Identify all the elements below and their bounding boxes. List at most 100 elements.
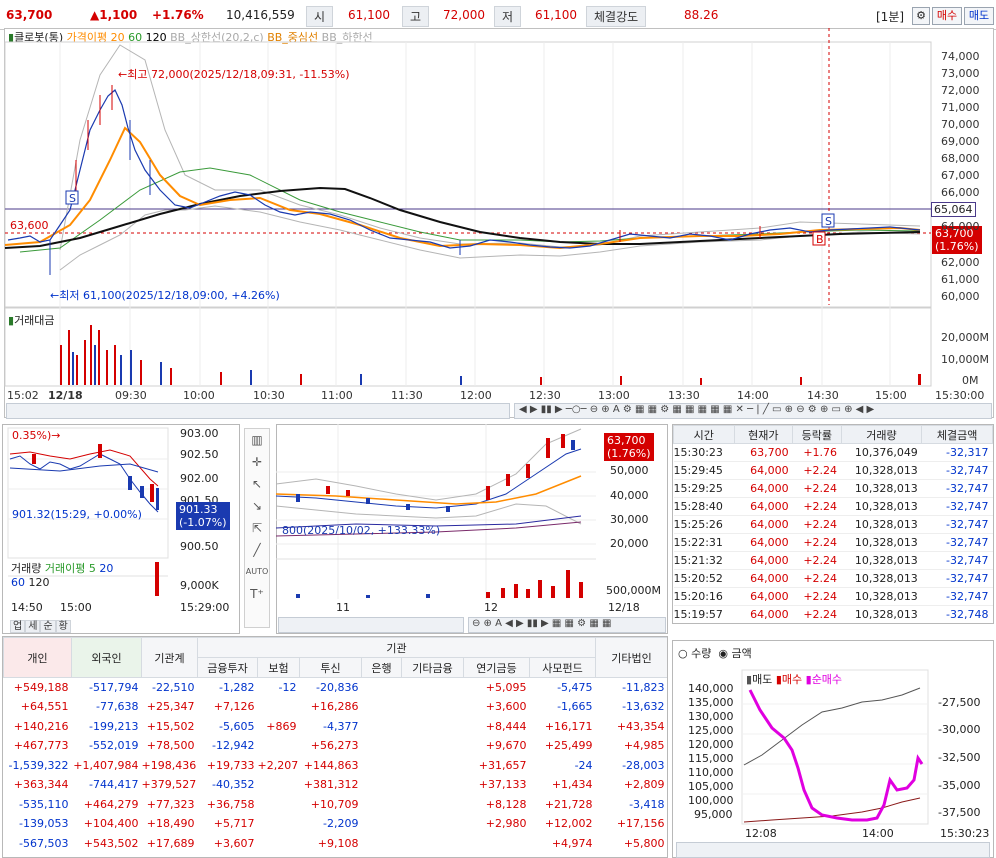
investor-cell: -550	[258, 853, 300, 857]
main-chart-toolbar[interactable]: ◀ ▶ ▮▮ ▶ ─○─ ⊖ ⊕ A ⚙ ▦ ▦ ⚙ ▦ ▦ ▦ ▦ ▦ ✕ ─…	[514, 403, 992, 419]
investor-cell	[362, 756, 402, 776]
trade-price: 64,000	[734, 515, 793, 534]
trade-time: 15:28:40	[673, 497, 735, 516]
trade-row: 15:28:40 64,000 +2.24 10,328,013 -32,747	[673, 497, 993, 516]
volume-label: ▮거래대금	[8, 314, 55, 327]
trade-header-row: 시간 현재가 등락률 거래량 체결금액	[673, 425, 993, 444]
investor-cell: -2,209	[323, 817, 359, 831]
trade-rate: +2.24	[792, 461, 842, 480]
trade-volume: 10,328,013	[841, 587, 922, 606]
trade-rate: +2.24	[792, 497, 842, 516]
investor-cell: +5,717	[213, 817, 255, 831]
line-tool-icon[interactable]: ╱	[245, 539, 269, 561]
trade-volume: 10,376,049	[841, 443, 922, 462]
investor-cell	[402, 775, 464, 795]
select-icon[interactable]: ⇱	[245, 517, 269, 539]
trade-amount: -32,747	[921, 533, 993, 552]
col-institution-total: 기관계	[141, 637, 198, 678]
investor-cell: -13,632	[622, 700, 665, 714]
trade-time: 15:25:26	[673, 515, 735, 534]
investor-row: -567,503 +543,502 +17,689 +3,607 +9,108 +4,97…	[4, 834, 668, 854]
trade-price: 63,700	[734, 443, 793, 462]
main-scrollbar[interactable]	[6, 403, 510, 419]
investor-cell	[362, 834, 402, 854]
arrow-tool-icon[interactable]: ↘	[245, 495, 269, 517]
investor-cell	[402, 814, 464, 834]
auto-icon[interactable]: AUTO	[245, 561, 269, 583]
trade-rate: +2.24	[792, 551, 842, 570]
drawing-toolbar[interactable]: ▥ ✛ ↖ ↘ ⇱ ╱ AUTO T⁺	[244, 428, 270, 628]
investor-cell	[258, 795, 300, 815]
index-x-1500: 15:00	[60, 601, 92, 614]
investor-cell: -8,489	[198, 853, 258, 857]
trade-amount: -32,747	[921, 587, 993, 606]
trade-volume: 10,328,013	[841, 461, 922, 480]
investor-cell: +869	[266, 719, 297, 733]
signal-s-right-text: S	[825, 215, 832, 228]
trade-row: 15:20:52 64,000 +2.24 10,328,013 -32,747	[673, 569, 993, 588]
low-annotation: ←최저 61,100(2025/12/18,09:00, +4.26%)	[50, 289, 280, 302]
investor-cell: -535,110	[19, 797, 69, 811]
daily-low-note: 800(2025/10/02, +133.33%)	[282, 524, 441, 537]
col-private-fund: 사모펀드	[528, 657, 597, 678]
chart-icon[interactable]: ▥	[245, 429, 269, 451]
tab-index-4[interactable]: 황	[55, 620, 71, 633]
tab-index-2[interactable]: 세	[25, 620, 41, 633]
vol-tick-10000: 10,000M	[941, 353, 989, 366]
investor-cell: +43,354	[616, 719, 665, 733]
investor-cell: -28,003	[622, 758, 665, 772]
trade-price: 64,000	[734, 497, 793, 516]
investor-cell: +2,980	[485, 817, 527, 831]
tab-index-3[interactable]: 순	[40, 620, 56, 633]
investor-cell: -77,638	[96, 700, 139, 714]
daily-toolbar[interactable]: ⊖ ⊕ A ◀ ▶ ▮▮ ▶ ▦ ▦ ⚙ ▦ ▦	[468, 617, 666, 633]
pointer-icon[interactable]: ↖	[245, 473, 269, 495]
vol-tick-20000: 20,000M	[941, 331, 989, 344]
flow-scrollbar[interactable]	[676, 842, 990, 858]
investor-cell: -22,510	[152, 681, 195, 694]
flow-x-start: 12:08	[745, 827, 777, 840]
investor-row: -535,110 +464,279 +77,323 +36,758 +10,709 +8,…	[4, 795, 668, 815]
investor-cell: +77,323	[146, 797, 195, 811]
col-trust: 투신	[299, 657, 362, 678]
trade-amount: -32,747	[921, 551, 993, 570]
investor-cell: +1,407,984	[73, 758, 139, 772]
crosshair-icon[interactable]: ✛	[245, 451, 269, 473]
investor-cell: -12,942	[212, 739, 255, 753]
investor-cell: +2,809	[623, 778, 665, 792]
index-volume-legend: 거래량 거래이평 5 20	[11, 562, 114, 575]
trade-row: 15:29:45 64,000 +2.24 10,328,013 -32,747	[673, 461, 993, 480]
investor-cell: +25,347	[146, 700, 195, 714]
col-institution-group: 기관	[196, 637, 597, 658]
investor-cell: +379,527	[141, 778, 197, 792]
trade-row: 15:19:57 64,000 +2.24 10,328,013 -32,748	[673, 605, 993, 623]
trade-volume: 10,328,013	[841, 605, 922, 623]
tab-index-1[interactable]: 업	[10, 620, 26, 633]
investor-cell: +5,800	[623, 836, 665, 850]
daily-vol-tick: 500,000M	[606, 584, 661, 597]
investor-cell: -517,794	[89, 681, 139, 694]
investor-row: +549,188 -517,794 -22,510 -1,282 -12 -20,836 +…	[4, 678, 668, 698]
investor-cell: -8,722	[362, 853, 402, 857]
daily-scrollbar[interactable]	[278, 617, 464, 633]
investor-cell: -11,823	[622, 681, 665, 694]
investor-cell: +17,156	[616, 817, 665, 831]
investor-cell: +36,758	[206, 797, 255, 811]
investor-cell: +18,490	[146, 817, 195, 831]
col-bank: 은행	[361, 657, 402, 678]
trade-tick-panel: 시간 현재가 등락률 거래량 체결금액 15:30:23 63,700 +1.76 1…	[672, 424, 994, 624]
reference-price-box: 65,064	[931, 202, 976, 217]
text-tool-icon[interactable]: T⁺	[245, 583, 269, 605]
investor-cell: -139,053	[19, 817, 69, 831]
trade-rate: +2.24	[792, 569, 842, 588]
investor-cell	[362, 697, 402, 717]
index-high-note: 0.35%)→	[12, 429, 61, 442]
trade-price: 64,000	[734, 605, 793, 623]
investor-cell	[362, 814, 402, 834]
investor-cell	[362, 717, 402, 737]
daily-x-end: 12/18	[608, 601, 640, 614]
index-tabs[interactable]: 업세순황	[10, 617, 71, 633]
investor-cell	[402, 853, 464, 857]
trade-time: 15:20:52	[673, 569, 735, 588]
trade-volume: 10,328,013	[841, 533, 922, 552]
